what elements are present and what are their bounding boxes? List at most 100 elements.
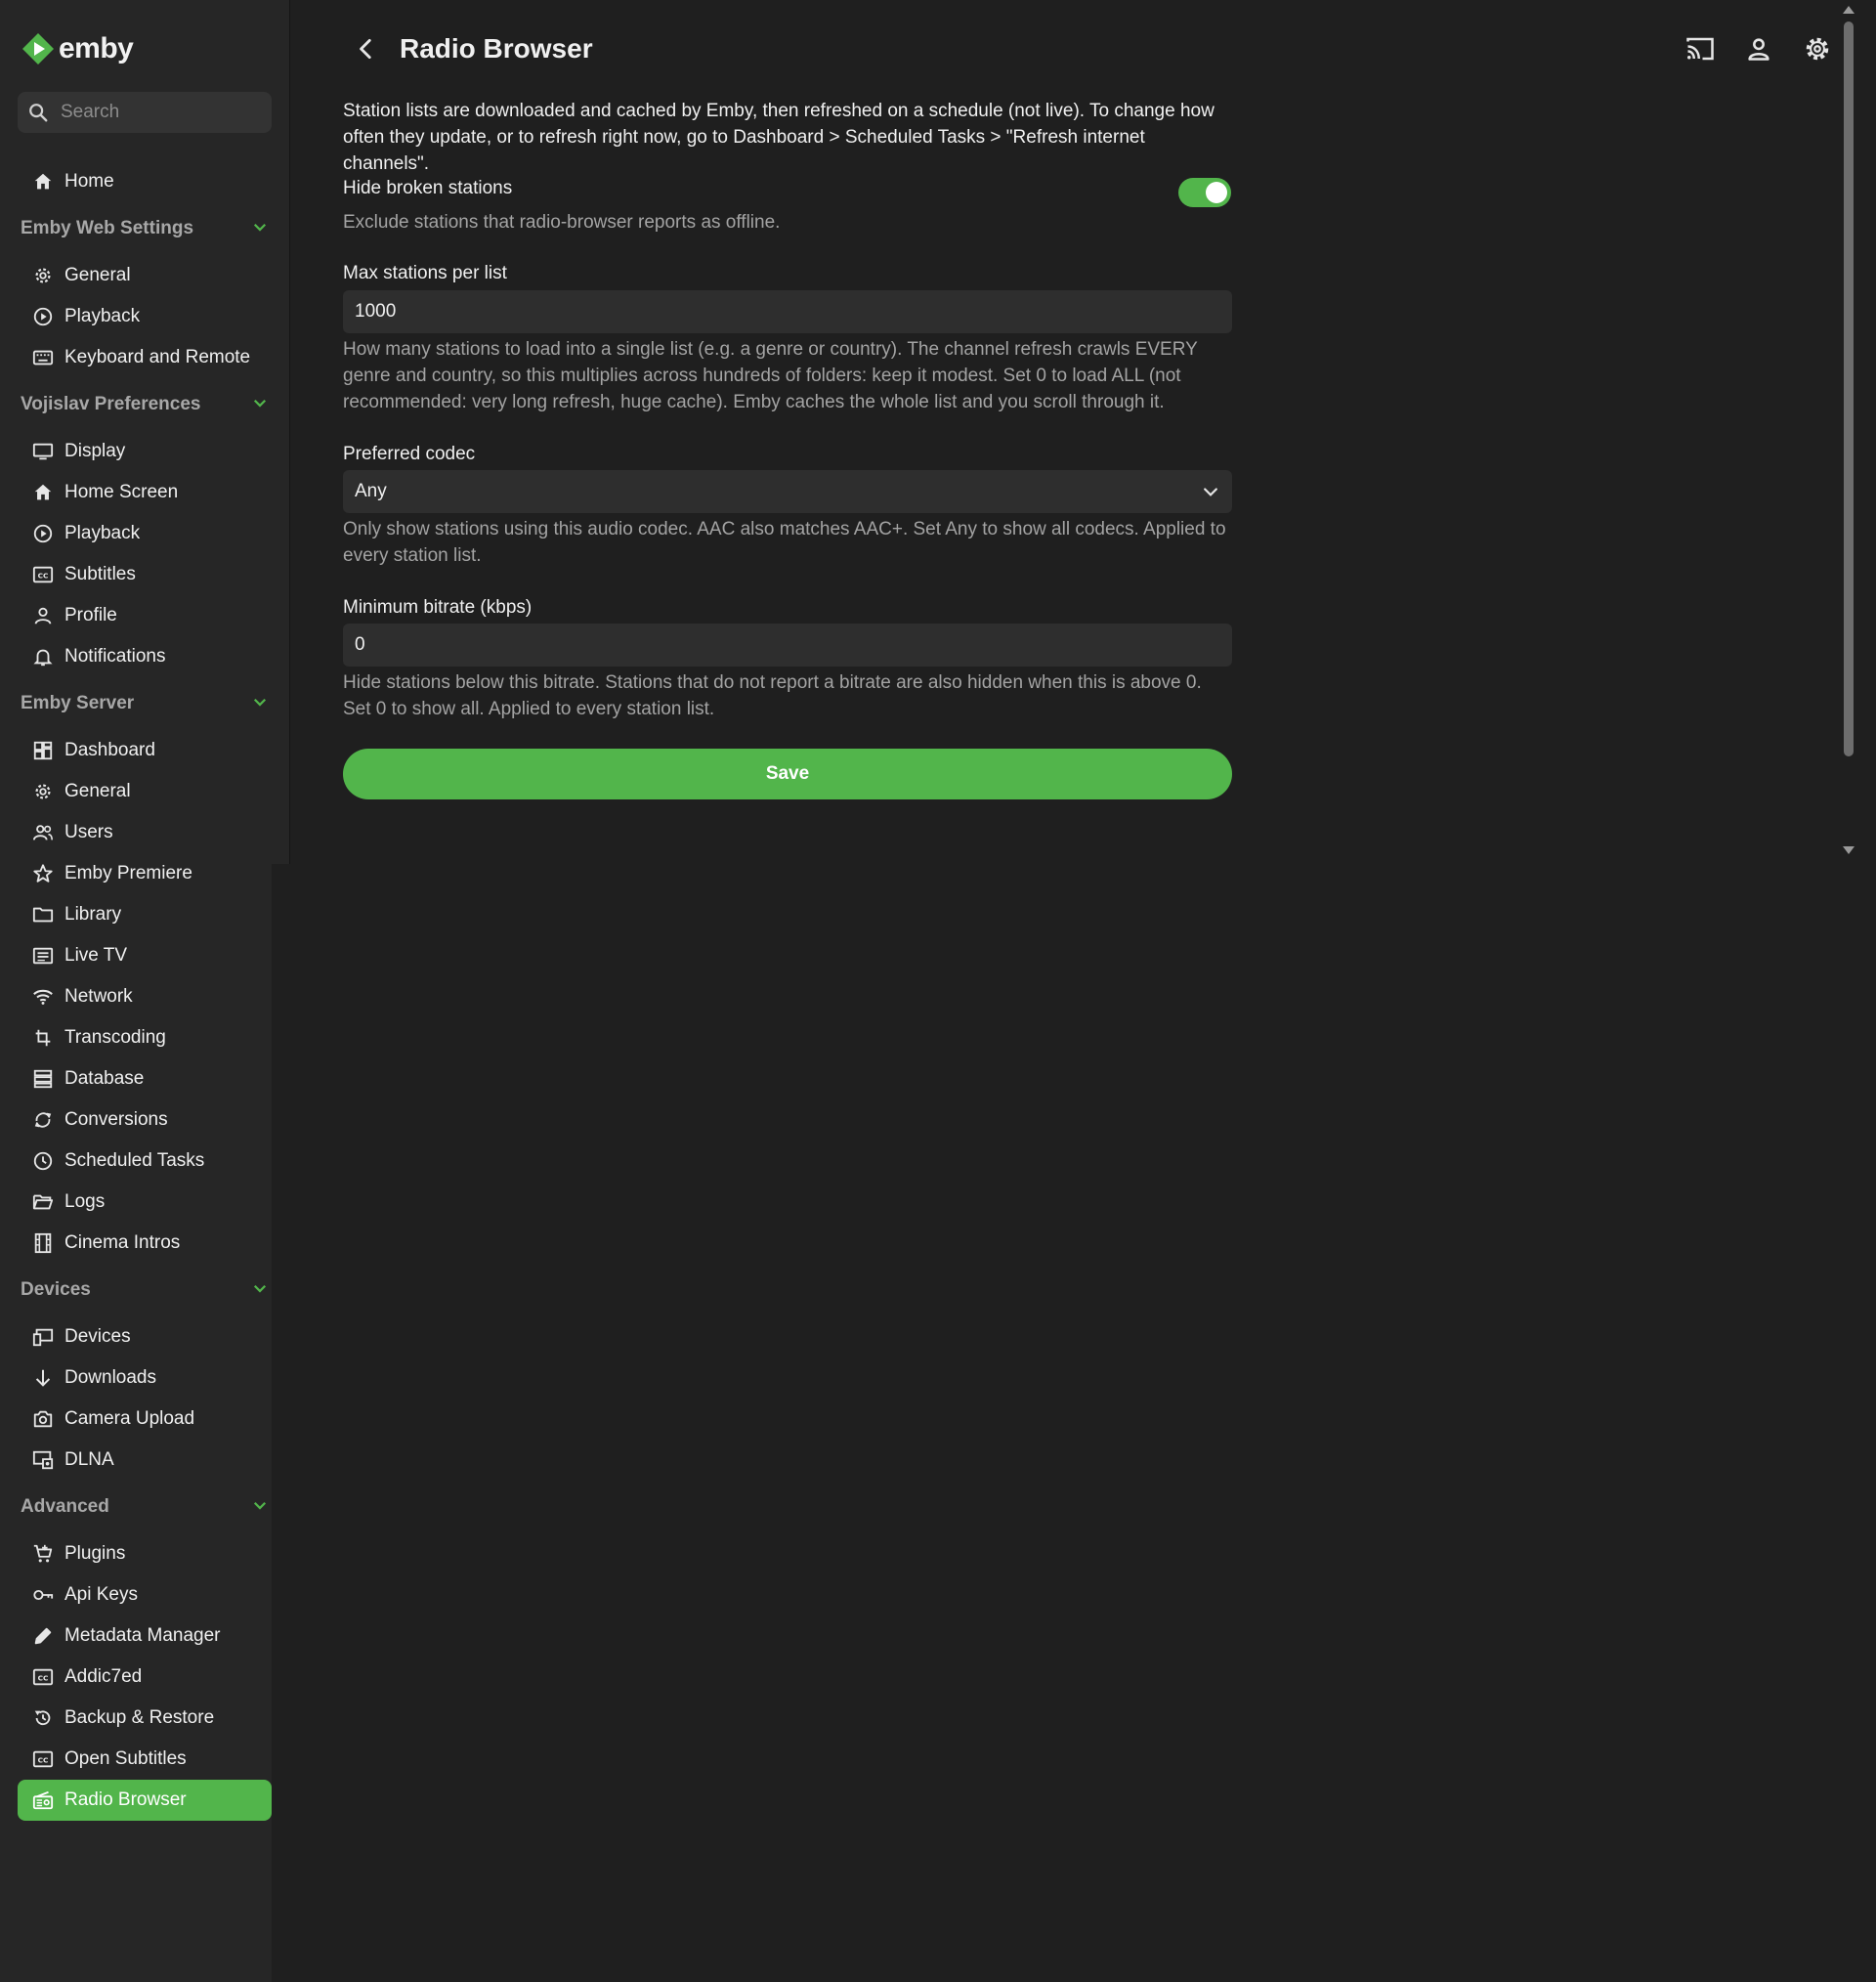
preferred-codec-description: Only show stations using this audio code… [343,519,1226,566]
sidebar-item-home-screen[interactable]: Home Screen [18,472,272,513]
sidebar-item-playback-prefs[interactable]: Playback [18,513,272,554]
keyboard-icon [31,346,55,369]
sidebar-item-keyboard-and-remote[interactable]: Keyboard and Remote [18,337,272,378]
sidebar-item-emby-premiere[interactable]: Emby Premiere [18,853,272,894]
intro-text: Station lists are downloaded and cached … [343,101,1215,174]
page-header: Radio Browser [343,25,593,72]
sidebar-item-label: Open Subtitles [64,1748,187,1769]
sidebar-item-users[interactable]: Users [18,812,272,853]
chevron-down-icon [251,693,269,715]
closed-caption-icon: CC [31,563,55,586]
section-title: Emby Server [21,693,135,713]
page-scrollbar[interactable] [1839,0,1858,864]
sidebar-item-label: Playback [64,523,141,543]
scrollbar-thumb[interactable] [1844,22,1854,756]
sidebar-item-display[interactable]: Display [18,431,272,472]
max-stations-input[interactable] [343,290,1232,333]
sidebar-item-library[interactable]: Library [18,894,272,935]
bell-icon [31,645,55,668]
sidebar-item-api-keys[interactable]: Api Keys [18,1574,272,1616]
search-input[interactable] [59,101,258,124]
chevron-down-icon [251,1279,269,1302]
sidebar-item-label: Scheduled Tasks [64,1150,205,1171]
sidebar-item-server-general[interactable]: General [18,771,272,812]
clock-icon [31,1149,55,1173]
download-arrow-icon [31,1366,55,1390]
sidebar-item-label: Api Keys [64,1584,138,1605]
preferred-codec-select[interactable]: Any [343,470,1232,513]
scroll-down-arrow-icon[interactable] [1843,846,1855,854]
sidebar-item-devices[interactable]: Devices [18,1316,272,1357]
section-emby-server[interactable]: Emby Server [21,677,269,730]
sidebar-item-database[interactable]: Database [18,1058,272,1099]
sidebar-item-profile[interactable]: Profile [18,595,272,636]
sidebar-item-playback[interactable]: Playback [18,296,272,337]
sidebar-item-subtitles[interactable]: CC Subtitles [18,554,272,595]
section-user-preferences[interactable]: Vojislav Preferences [21,378,269,431]
sidebar-item-addic7ed[interactable]: CC Addic7ed [18,1657,272,1698]
sidebar-item-metadata-manager[interactable]: Metadata Manager [18,1616,272,1657]
min-bitrate-description: Hide stations below this bitrate. Statio… [343,672,1202,719]
key-icon [31,1583,55,1607]
transcode-icon [31,1026,55,1050]
section-emby-web-settings[interactable]: Emby Web Settings [21,202,269,255]
search-box[interactable] [18,92,272,133]
sidebar-item-camera-upload[interactable]: Camera Upload [18,1399,272,1440]
sidebar-item-label: Subtitles [64,564,136,584]
sidebar-item-cinema-intros[interactable]: Cinema Intros [18,1223,272,1264]
closed-caption-icon: CC [31,1747,55,1771]
sidebar-item-label: Home Screen [64,482,179,502]
cast-button[interactable] [1677,25,1724,72]
section-devices[interactable]: Devices [21,1264,269,1316]
sidebar-item-backup-restore[interactable]: Backup & Restore [18,1698,272,1739]
sidebar-item-home[interactable]: Home [18,161,272,202]
sidebar-item-transcoding[interactable]: Transcoding [18,1017,272,1058]
sidebar-item-general[interactable]: General [18,255,272,296]
wifi-icon [31,985,55,1009]
sidebar-item-open-subtitles[interactable]: CC Open Subtitles [18,1739,272,1780]
chevron-down-icon [251,1496,269,1519]
sidebar-item-dashboard[interactable]: Dashboard [18,730,272,771]
section-advanced[interactable]: Advanced [21,1481,269,1533]
sidebar-item-conversions[interactable]: Conversions [18,1099,272,1141]
min-bitrate-input[interactable] [343,624,1232,667]
sidebar-item-label: Emby Premiere [64,863,192,883]
sidebar-item-logs[interactable]: Logs [18,1182,272,1223]
sidebar-item-label: Plugins [64,1543,126,1564]
svg-text:CC: CC [38,572,49,581]
sidebar-item-dlna[interactable]: DLNA [18,1440,272,1481]
sidebar-item-label: Playback [64,306,141,326]
dashboard-icon [31,739,55,762]
page-title: Radio Browser [400,33,593,64]
tv-guide-icon [31,944,55,968]
sidebar-item-downloads[interactable]: Downloads [18,1357,272,1399]
back-button[interactable] [343,25,390,72]
save-button[interactable]: Save [343,749,1232,799]
user-button[interactable] [1735,25,1782,72]
users-icon [31,821,55,844]
section-title: Devices [21,1279,91,1300]
hide-broken-description: Exclude stations that radio-browser repo… [343,212,781,233]
sidebar-item-scheduled-tasks[interactable]: Scheduled Tasks [18,1141,272,1182]
sidebar-item-label: Profile [64,605,117,625]
sidebar-item-notifications[interactable]: Notifications [18,636,272,677]
star-icon [31,862,55,885]
film-icon [31,1231,55,1255]
sidebar-item-network[interactable]: Network [18,976,272,1017]
sidebar-item-plugins[interactable]: Plugins [18,1533,272,1574]
emby-logo-icon [22,33,54,65]
cast-icon [1686,37,1714,61]
sidebar-item-label: Transcoding [64,1027,166,1048]
sidebar-item-radio-browser[interactable]: Radio Browser [18,1780,272,1821]
emby-logo[interactable]: emby [21,29,134,68]
camera-icon [31,1407,55,1431]
sidebar-item-live-tv[interactable]: Live TV [18,935,272,976]
search-icon [27,101,51,124]
section-title: Emby Web Settings [21,218,194,238]
folder-open-icon [31,1190,55,1214]
sidebar-item-label: General [64,265,131,285]
scroll-up-arrow-icon[interactable] [1843,6,1855,14]
sidebar: emby Home Emby Web Settings General Play… [0,0,290,1982]
hide-broken-toggle[interactable] [1178,178,1231,207]
settings-button[interactable] [1794,25,1841,72]
